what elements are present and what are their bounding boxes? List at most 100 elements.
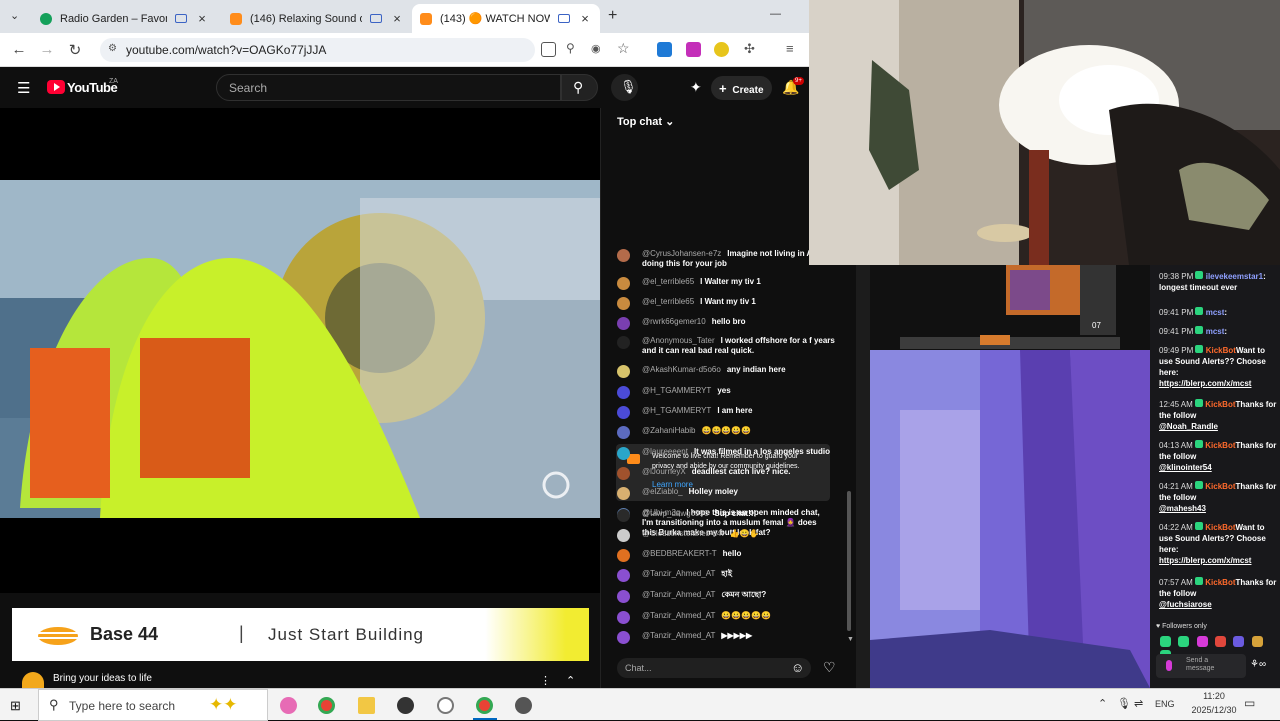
avatar[interactable] [617,447,630,460]
close-tab-icon[interactable]: × [390,11,404,26]
chat-mode-dropdown[interactable]: Top chat ⌄ [617,115,674,128]
avatar[interactable] [617,487,630,500]
copilot-icon[interactable] [280,697,297,714]
chat-message[interactable]: @el_terrible65 I Walter my tiv 1 [617,277,837,290]
tab-radio-garden[interactable]: Radio Garden – Favorites × [32,4,217,33]
avatar[interactable] [617,631,630,644]
avatar[interactable] [617,365,630,378]
chrome-icon[interactable] [318,697,335,714]
emote-picker-icon[interactable] [1166,660,1172,671]
reload-icon[interactable]: ↻ [66,41,84,59]
chat-author[interactable]: @Tanzir_Ahmed_AT [642,590,715,603]
avatar[interactable] [617,277,630,290]
forward-icon[interactable]: → [38,41,56,58]
extensions-puzzle-icon[interactable]: ✣ [744,41,759,56]
kick-chat-message[interactable]: 09:41 PM mcst: [1159,307,1277,318]
chat-author[interactable]: @lJourneyX [642,467,686,476]
chat-message[interactable]: @BEDBREAKERT-T hello [617,549,837,562]
chat-author[interactable]: @laureeeent [642,447,688,456]
chat-author[interactable]: @CyrusJohansen-e7z [642,249,721,258]
video-player[interactable] [0,108,600,593]
address-bar[interactable]: ⚙ youtube.com/watch?v=OAGKo77jJJA [100,38,535,62]
chat-author[interactable]: @el_terrible65 [642,277,694,286]
settings-icon[interactable]: ⚘∞ [1250,659,1266,670]
taskbar-search-box[interactable]: ⚲ Type here to search ✦✦ [38,689,268,721]
new-tab-button[interactable]: + [608,7,617,25]
obs-icon[interactable] [397,697,414,714]
network-icon[interactable]: ⇌ [1134,697,1143,710]
chat-message[interactable]: @tawp_dawg6996 Sup chat!!! [617,509,837,522]
language-indicator[interactable]: ENG [1155,699,1175,709]
cast-icon[interactable]: ✦ [690,79,702,96]
extension-yellow-icon[interactable] [714,42,729,57]
chat-scrollbar[interactable] [847,491,851,631]
extension-pink-icon[interactable] [686,42,701,57]
file-explorer-icon[interactable] [358,697,375,714]
tab-relaxing-sound[interactable]: (146) Relaxing Sound of Ra × [222,4,412,33]
kick-chat-message[interactable]: 12:45 AM KickBotThanks for the follow @No… [1159,399,1277,432]
site-info-icon[interactable]: ⚙ [108,43,117,54]
chat-message[interactable]: @Cledsonstefanes-d4t 👍😀✋ [617,529,837,542]
kick-chat-message[interactable]: 07:57 AM KickBotThanks for the follow @fu… [1159,577,1277,610]
stream-video-feed[interactable] [870,350,1150,688]
chat-author[interactable]: @BEDBREAKERT-T [642,549,717,562]
chat-author[interactable]: @Tanzir_Ahmed_AT [642,611,715,624]
kick-chat-message[interactable]: 04:22 AM KickBotWant to use Sound Alerts… [1159,522,1277,566]
ad-cta-text[interactable]: Bring your ideas to life [53,673,152,684]
zoom-icon[interactable]: ⚲ [566,41,581,56]
chat-message[interactable]: @lJourneyX deadliest catch live? nice. [617,467,837,480]
kick-chat-message[interactable]: 04:21 AM KickBotThanks for the follow @ma… [1159,481,1277,514]
more-options-icon[interactable]: ⋮ [540,674,551,687]
chat-author[interactable]: @elZiablo_ [642,487,683,496]
search-input[interactable]: Search [216,74,561,101]
chat-message[interactable]: @laureeeent It was filmed in a los angele… [617,447,837,460]
heart-icon[interactable]: ♡ [823,659,836,676]
avatar[interactable] [617,317,630,330]
chat-message[interactable]: @Tanzir_Ahmed_AT ▶▶▶▶▶ [617,631,837,644]
avatar[interactable] [617,467,630,480]
chrome-profile-icon[interactable] [476,697,493,714]
kick-username[interactable]: ilevekeemstar1 [1206,272,1263,281]
kick-username[interactable]: KickBot [1206,346,1236,355]
kick-link[interactable]: @fuchsiarose [1159,600,1212,609]
kick-username[interactable]: KickBot [1205,400,1235,409]
chat-author[interactable]: @Tanzir_Ahmed_AT [642,631,715,644]
kick-send-input[interactable]: Send a message [1156,654,1246,678]
chat-author[interactable]: @Anonymous_Tater [642,336,715,345]
kick-chat-message[interactable]: 09:38 PM ilevekeemstar1: longest timeout… [1159,271,1277,293]
chat-message[interactable]: @AkashKumar-d5o6o any indian here [617,365,837,378]
avatar[interactable] [617,529,630,542]
chat-message[interactable]: @Anonymous_Tater I worked offshore for a … [617,336,837,356]
emote-row[interactable] [1160,636,1276,661]
kick-chat-message[interactable]: 04:13 AM KickBotThanks for the follow @kl… [1159,440,1277,473]
voice-search-button[interactable]: 🎙 [611,74,638,101]
kick-username[interactable]: mcst [1206,308,1225,317]
chat-author[interactable]: @tawp_dawg6996 [642,509,708,522]
snipping-tool-icon[interactable] [437,697,454,714]
kick-link[interactable]: https://blerp.com/x/mcst [1159,379,1251,388]
chat-input[interactable]: Chat... [617,658,811,678]
chat-author[interactable]: @H_TGAMMERYT [642,406,711,415]
emoji-icon[interactable]: ☺ [791,660,804,675]
avatar[interactable] [617,569,630,582]
chat-author[interactable]: @AkashKumar-d5o6o [642,365,721,374]
kick-link[interactable]: https://blerp.com/x/mcst [1159,556,1251,565]
avatar[interactable] [617,249,630,262]
extension-blue-icon[interactable] [657,42,672,57]
kick-username[interactable]: mcst [1206,327,1225,336]
windows-start-icon[interactable]: ⊞ [10,698,21,714]
ad-banner[interactable]: Base 44 | Just Start Building [12,608,589,661]
chat-message[interactable]: @ZahaniHabib 😀😀😀😀😀 [617,426,837,439]
avatar[interactable] [617,426,630,439]
tab-search-chevron-icon[interactable]: ⌄ [10,9,19,22]
avatar[interactable] [617,297,630,310]
minimize-button[interactable]: — [770,8,781,20]
create-button[interactable]: + Create [711,76,772,100]
kick-link[interactable]: @mahesh43 [1159,504,1206,513]
avatar[interactable] [617,590,630,603]
kick-link[interactable]: @klinointer54 [1159,463,1212,472]
chat-message[interactable]: @rwrk66gemer10 hello bro [617,317,837,330]
close-tab-icon[interactable]: × [578,11,592,26]
kick-chat-message[interactable]: 09:41 PM mcst: [1159,326,1277,337]
chat-author[interactable]: @ZahaniHabib [642,426,695,435]
